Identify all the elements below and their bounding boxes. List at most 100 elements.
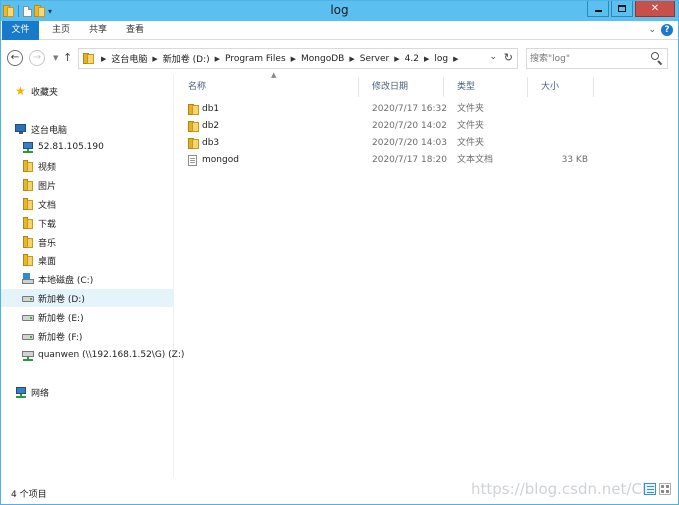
nav-item-favorites[interactable]: ★ 收藏夹 xyxy=(1,82,174,100)
star-icon: ★ xyxy=(15,84,26,98)
up-arrow-icon[interactable]: ↑ xyxy=(63,51,72,64)
back-button[interactable]: ← xyxy=(7,50,23,66)
column-header-name[interactable]: 名称 xyxy=(175,77,359,97)
file-date: 2020/7/17 16:32 xyxy=(372,104,447,114)
title-bar[interactable]: ▾ log ✕ xyxy=(1,1,678,21)
address-row: ← → ▼ ↑ ▶ 这台电脑 ▶ 新加卷 (D:) ▶ Program File… xyxy=(1,41,678,74)
breadcrumb-mongodb[interactable]: MongoDB xyxy=(301,54,344,64)
table-row[interactable]: db1 2020/7/17 16:32 文件夹 xyxy=(175,101,595,118)
search-box[interactable] xyxy=(526,48,668,69)
breadcrumb-chevron-icon[interactable]: ▶ xyxy=(101,55,106,63)
tab-home[interactable]: 主页 xyxy=(43,21,79,40)
nav-item-network[interactable]: 网络 xyxy=(1,383,174,401)
maximize-button[interactable] xyxy=(611,1,633,17)
breadcrumb-version[interactable]: 4.2 xyxy=(405,54,419,64)
breadcrumb-log[interactable]: log xyxy=(434,54,448,64)
nav-item-label: 新加卷 (D:) xyxy=(38,294,85,305)
nav-item-label: 桌面 xyxy=(38,256,57,267)
forward-button[interactable]: → xyxy=(29,50,45,66)
maximize-icon xyxy=(618,5,626,12)
network-location-icon xyxy=(22,141,34,153)
nav-item-videos[interactable]: 视频 xyxy=(1,157,174,175)
breadcrumb-chevron-icon[interactable]: ▶ xyxy=(424,55,429,63)
table-row[interactable]: mongod 2020/7/17 18:20 文本文档 33 KB xyxy=(175,152,595,169)
watermark: https://blog.csdn.net/Ch xyxy=(471,480,652,498)
file-size: 33 KB xyxy=(561,155,588,165)
nav-item-label: 音乐 xyxy=(38,238,57,249)
breadcrumb-server[interactable]: Server xyxy=(360,54,390,64)
nav-item-documents[interactable]: 文档 xyxy=(1,195,174,213)
nav-item-label: quanwen (\\192.168.1.52\G) (Z:) xyxy=(38,350,185,360)
drive-icon xyxy=(22,292,34,304)
table-row[interactable]: db3 2020/7/20 14:03 文件夹 xyxy=(175,135,595,152)
folder-icon xyxy=(188,121,199,132)
file-name: mongod xyxy=(202,155,239,165)
nav-item-label: 52.81.105.190 xyxy=(38,142,104,152)
breadcrumb-drive-d[interactable]: 新加卷 (D:) xyxy=(163,52,210,65)
address-history-dropdown-icon[interactable]: ⌄ xyxy=(489,52,497,62)
navigation-pane: ★ 收藏夹 这台电脑 52.81.105.190 视频 图片 文档 下载 音乐 … xyxy=(1,74,184,478)
breadcrumb-chevron-icon[interactable]: ▶ xyxy=(453,55,458,63)
breadcrumb-this-pc[interactable]: 这台电脑 xyxy=(111,52,147,65)
downloads-library-icon xyxy=(22,217,34,229)
nav-item-drive-d[interactable]: 新加卷 (D:) xyxy=(1,289,174,307)
file-size xyxy=(540,101,588,118)
nav-item-label: 图片 xyxy=(38,181,57,192)
nav-item-desktop[interactable]: 桌面 xyxy=(1,251,174,269)
nav-item-label: 下载 xyxy=(38,219,57,230)
nav-item-network-location[interactable]: 52.81.105.190 xyxy=(1,138,174,156)
column-header-size[interactable]: 大小 xyxy=(528,77,594,97)
nav-item-label: 文档 xyxy=(38,200,57,211)
computer-icon xyxy=(15,123,27,135)
nav-item-drive-f[interactable]: 新加卷 (F:) xyxy=(1,327,174,345)
file-type: 文本文档 xyxy=(457,155,494,165)
breadcrumb-chevron-icon[interactable]: ▶ xyxy=(152,55,157,63)
nav-item-music[interactable]: 音乐 xyxy=(1,233,174,251)
file-type: 文件夹 xyxy=(457,138,485,148)
recent-locations-dropdown-icon[interactable]: ▼ xyxy=(53,54,58,62)
tab-share[interactable]: 共享 xyxy=(80,21,116,40)
breadcrumb: ▶ 这台电脑 ▶ 新加卷 (D:) ▶ Program Files ▶ Mong… xyxy=(96,49,463,68)
nav-item-this-pc[interactable]: 这台电脑 xyxy=(1,120,174,138)
breadcrumb-chevron-icon[interactable]: ▶ xyxy=(349,55,354,63)
drive-icon xyxy=(22,330,34,342)
column-header-date[interactable]: 修改日期 xyxy=(359,77,444,97)
nav-item-label: 新加卷 (E:) xyxy=(38,313,84,324)
system-drive-icon xyxy=(22,273,34,285)
tab-file[interactable]: 文件 xyxy=(2,21,39,40)
nav-item-label: 新加卷 (F:) xyxy=(38,332,83,343)
search-input[interactable] xyxy=(530,51,648,66)
pictures-library-icon xyxy=(22,179,34,191)
minimize-button[interactable] xyxy=(587,1,609,17)
nav-item-label: 网络 xyxy=(31,388,50,399)
large-icons-view-icon[interactable] xyxy=(659,483,671,495)
nav-item-pictures[interactable]: 图片 xyxy=(1,176,174,194)
nav-item-network-drive-z[interactable]: quanwen (\\192.168.1.52\G) (Z:) xyxy=(1,346,184,364)
details-view-icon[interactable] xyxy=(644,483,656,495)
nav-item-downloads[interactable]: 下载 xyxy=(1,214,174,232)
tab-view[interactable]: 查看 xyxy=(117,21,153,40)
breadcrumb-chevron-icon[interactable]: ▶ xyxy=(394,55,399,63)
search-icon[interactable] xyxy=(651,52,663,66)
table-row[interactable]: db2 2020/7/20 14:02 文件夹 xyxy=(175,118,595,135)
breadcrumb-program-files[interactable]: Program Files xyxy=(225,54,286,64)
close-button[interactable]: ✕ xyxy=(635,1,675,17)
address-bar[interactable]: ▶ 这台电脑 ▶ 新加卷 (D:) ▶ Program Files ▶ Mong… xyxy=(78,48,518,69)
network-icon xyxy=(15,386,27,398)
music-library-icon xyxy=(22,236,34,248)
breadcrumb-chevron-icon[interactable]: ▶ xyxy=(291,55,296,63)
item-count: 4 个项目 xyxy=(11,490,47,500)
file-name: db1 xyxy=(202,104,220,114)
address-folder-icon xyxy=(83,53,94,64)
nav-item-drive-e[interactable]: 新加卷 (E:) xyxy=(1,308,174,326)
nav-item-drive-c[interactable]: 本地磁盘 (C:) xyxy=(1,270,174,288)
breadcrumb-chevron-icon[interactable]: ▶ xyxy=(215,55,220,63)
expand-ribbon-chevron-icon[interactable]: ⌄ xyxy=(648,25,656,35)
file-date: 2020/7/17 18:20 xyxy=(372,155,447,165)
refresh-icon[interactable]: ↻ xyxy=(504,51,513,64)
file-date: 2020/7/20 14:02 xyxy=(372,121,447,131)
help-icon[interactable]: ? xyxy=(661,24,673,36)
column-header-type[interactable]: 类型 xyxy=(444,77,528,97)
window-controls: ✕ xyxy=(585,1,675,17)
nav-item-label: 视频 xyxy=(38,162,57,173)
